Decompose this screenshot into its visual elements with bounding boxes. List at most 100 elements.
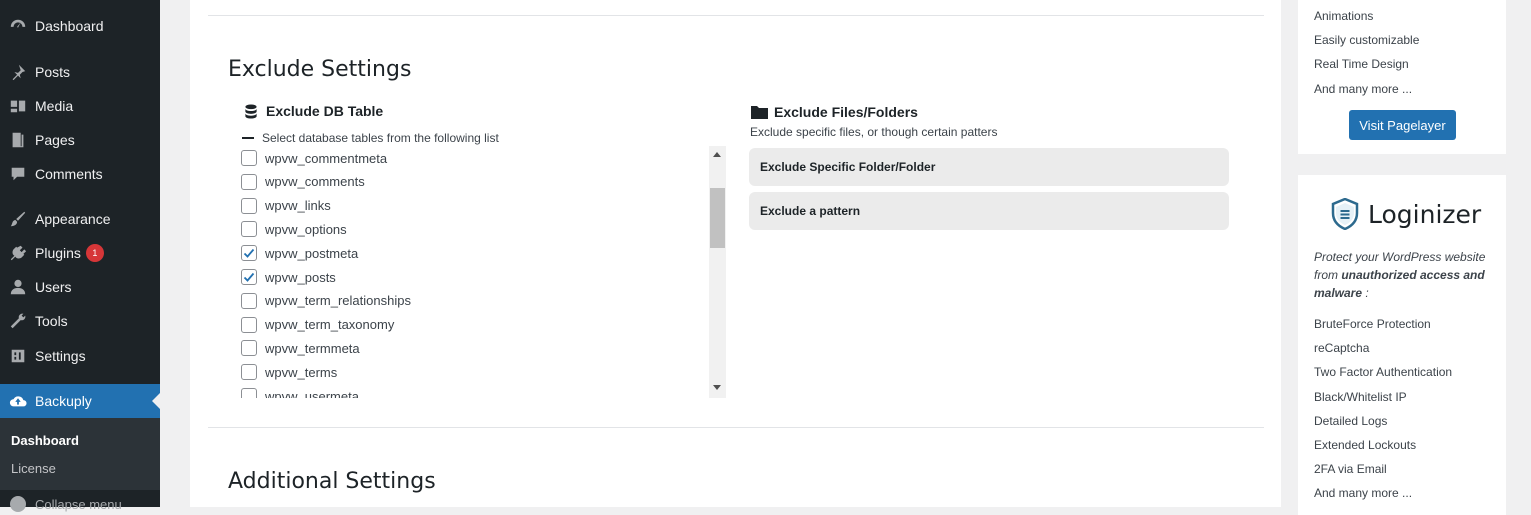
db-table-row[interactable]: wpvw_usermeta [241,387,359,398]
db-table-row[interactable]: wpvw_term_taxonomy [241,316,394,334]
sidebar-item-comments[interactable]: Comments [0,157,160,191]
sidebar-item-label: Appearance [35,211,111,227]
db-table-row[interactable]: wpvw_posts [241,268,336,286]
checkbox[interactable] [241,197,257,214]
db-table-name: wpvw_usermeta [265,388,359,399]
loginizer-desc-tail: : [1362,286,1369,300]
divider [208,427,1264,428]
visit-pagelayer-button[interactable]: Visit Pagelayer [1349,110,1456,140]
checkbox[interactable] [241,364,257,381]
shield-icon [1331,198,1359,230]
wrench-icon [8,311,28,331]
db-table-list[interactable]: wpvw_commentmeta wpvw_comments wpvw_linksw… [238,146,726,398]
scrollbar-thumb[interactable] [710,188,725,248]
sidebar-item-tools[interactable]: Tools [0,304,160,338]
loginizer-feature: Two Factor Authentication [1314,365,1453,380]
collapse-icon [10,496,26,512]
brush-icon [8,209,28,229]
admin-sidebar: Dashboard Posts Media Pages Comments App… [0,0,160,512]
sidebar-item-label: Pages [35,132,75,148]
loginizer-feature: 2FA via Email [1314,462,1387,477]
exclude-files-heading-label: Exclude Files/Folders [774,104,918,120]
sidebar-item-label: Settings [35,348,86,364]
exclude-db-subtitle-text: Select database tables from the followin… [262,131,499,145]
loginizer-feature: Extended Lockouts [1314,438,1417,452]
sidebar-item-dashboard[interactable]: Dashboard [0,9,160,43]
exclude-pattern-accordion[interactable]: Exclude a pattern [749,192,1229,230]
select-all-toggle[interactable] [242,137,254,139]
additional-settings-title: Additional Settings [228,469,436,494]
media-icon [8,96,28,116]
scroll-down-arrow-icon[interactable] [713,385,721,390]
exclude-files-subtitle: Exclude specific files, or though certai… [750,125,998,139]
sidebar-item-posts[interactable]: Posts [0,55,160,89]
loginizer-feature: And many more ... [1314,486,1413,501]
pagelayer-feature: And many more ... [1314,82,1413,96]
sidebar-item-label: Backuply [35,393,92,409]
db-table-name: wpvw_term_relationships [265,293,411,309]
exclude-files-heading: Exclude Files/Folders [751,104,918,120]
db-table-row[interactable]: wpvw_termmeta [241,339,360,357]
loginizer-feature: Black/Whitelist IP [1314,389,1407,404]
db-table-row[interactable]: wpvw_postmeta [241,244,358,262]
sidebar-item-media[interactable]: Media [0,89,160,123]
submenu-dashboard[interactable]: Dashboard [11,433,79,448]
page-icon [8,130,28,150]
db-table-row[interactable]: wpvw_links [241,197,331,215]
dashboard-icon [8,16,28,36]
sidebar-item-label: Posts [35,64,71,80]
checkbox[interactable] [241,340,257,357]
loginizer-title: Loginizer [1330,198,1481,230]
user-icon [8,277,28,297]
sidebar-item-label: Users [35,279,72,295]
exclude-specific-folder-accordion[interactable]: Exclude Specific Folder/Folder [749,148,1229,186]
backuply-submenu: Dashboard License [0,418,160,490]
db-table-name: wpvw_term_taxonomy [265,317,395,333]
db-table-name: wpvw_terms [265,364,338,380]
db-table-name: wpvw_postmeta [265,245,359,261]
sidebar-item-appearance[interactable]: Appearance [0,202,160,236]
db-table-row[interactable]: wpvw_comments [241,173,365,191]
sidebar-item-users[interactable]: Users [0,270,160,304]
db-table-row[interactable]: wpvw_term_relationships [241,292,411,310]
checkbox[interactable] [241,316,257,333]
collapse-menu-button[interactable]: Collapse menu [0,494,160,514]
db-table-name: wpvw_commentmeta [265,150,388,166]
db-table-name: wpvw_termmeta [265,340,360,356]
sidebar-item-label: Tools [35,313,68,329]
checkbox[interactable] [241,388,257,398]
sidebar-item-label: Plugins [35,245,81,261]
scroll-up-arrow-icon[interactable] [713,152,721,157]
db-table-row[interactable]: wpvw_commentmeta [241,149,387,167]
sidebar-item-backuply[interactable]: Backuply [0,384,160,418]
sidebar-item-pages[interactable]: Pages [0,123,160,157]
pagelayer-feature: Easily customizable [1314,33,1420,47]
comment-icon [8,164,28,184]
loginizer-feature: reCaptcha [1314,341,1370,356]
update-count-badge: 1 [85,244,104,262]
checkbox[interactable] [241,173,257,190]
checked-checkbox[interactable] [241,245,257,262]
pagelayer-feature: Animations [1314,9,1374,23]
db-table-name: wpvw_comments [265,174,365,190]
exclude-db-subtitle: Select database tables from the followin… [242,131,499,145]
checkbox[interactable] [241,221,257,238]
checked-checkbox[interactable] [241,269,257,285]
db-table-row[interactable]: wpvw_options [241,220,347,238]
loginizer-feature: BruteForce Protection [1314,317,1431,331]
exclude-db-heading-label: Exclude DB Table [266,103,384,119]
submenu-license[interactable]: License [11,461,56,476]
sidebar-item-plugins[interactable]: Plugins 1 [0,236,160,270]
plug-icon [8,243,28,263]
sidebar-item-label: Media [35,98,74,114]
sidebar-item-settings[interactable]: Settings [0,339,160,373]
loginizer-feature: Detailed Logs [1314,413,1388,428]
checkbox[interactable] [241,292,257,309]
table-list-scrollbar[interactable] [709,146,726,398]
pin-icon [8,62,28,82]
database-icon [245,103,257,119]
db-table-row[interactable]: wpvw_terms [241,363,337,381]
checkbox[interactable] [241,150,257,166]
db-table-name: wpvw_options [265,221,347,237]
db-table-name: wpvw_links [265,198,331,214]
